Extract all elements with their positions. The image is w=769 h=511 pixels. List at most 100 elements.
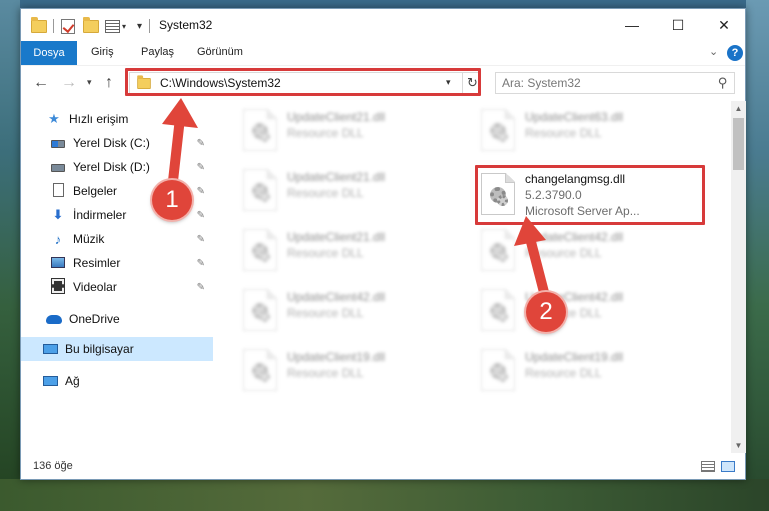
- nav-item-label: Yerel Disk (C:): [73, 136, 150, 150]
- desktop-background-left: [0, 0, 20, 511]
- nav-item-label: Müzik: [73, 232, 105, 246]
- scroll-up-icon[interactable]: ▲: [731, 101, 746, 116]
- nav-item-label: OneDrive: [69, 312, 120, 326]
- properties-check-icon[interactable]: [61, 17, 75, 35]
- dll-file-icon: [481, 229, 515, 271]
- vertical-scrollbar[interactable]: ▲ ▼: [731, 101, 746, 453]
- details-view-icon[interactable]: [701, 461, 715, 472]
- file-item[interactable]: UpdateClient42.dllResource DLL: [243, 283, 473, 337]
- download-icon: ⬇: [52, 207, 64, 222]
- pin-icon[interactable]: ✎: [197, 162, 205, 173]
- tab-view[interactable]: Görünüm: [197, 46, 243, 58]
- music-icon: ♪: [54, 231, 62, 247]
- pin-icon[interactable]: ✎: [197, 186, 205, 197]
- file-item[interactable]: UpdateClient19.dll Resource DLL: [481, 343, 711, 397]
- scroll-thumb[interactable]: [733, 118, 744, 170]
- back-arrow-icon[interactable]: ←: [33, 74, 49, 92]
- nav-item-label: Bu bilgisayar: [65, 342, 134, 356]
- pictures-icon: [49, 256, 67, 271]
- file-name: UpdateClient42.dll: [287, 290, 386, 304]
- help-icon[interactable]: ?: [727, 45, 743, 61]
- file-item[interactable]: UpdateClient21.dll Resource DLL: [243, 103, 473, 157]
- drive-icon: [49, 160, 67, 175]
- nav-item-local-disk-c[interactable]: Yerel Disk (C:) ✎: [21, 131, 213, 155]
- close-button[interactable]: ✕: [701, 9, 747, 41]
- file-name: UpdateClient21.dll: [287, 110, 386, 124]
- dll-file-icon: [243, 289, 277, 331]
- nav-item-onedrive[interactable]: OneDrive: [21, 307, 213, 331]
- tab-file[interactable]: Dosya: [21, 41, 77, 65]
- new-folder-icon[interactable]: [83, 16, 99, 35]
- minimize-button[interactable]: —: [609, 9, 655, 41]
- dll-file-icon: [243, 229, 277, 271]
- network-icon: [41, 374, 59, 389]
- computer-icon: [41, 342, 59, 357]
- dll-file-icon: [243, 349, 277, 391]
- window-title: System32: [159, 18, 213, 32]
- ribbon-tabs: Dosya Giriş Paylaş Görünüm ⌄ ?: [21, 41, 745, 65]
- file-name: UpdateClient63.dll: [525, 110, 624, 124]
- recent-locations-chevron-icon[interactable]: ▾: [87, 77, 92, 88]
- pin-icon[interactable]: ✎: [197, 210, 205, 221]
- status-bar: 136 öğe: [21, 455, 745, 479]
- search-icon[interactable]: ⚲: [718, 75, 728, 91]
- item-count: 136 öğe: [33, 460, 73, 472]
- tab-home[interactable]: Giriş: [91, 46, 114, 58]
- file-item[interactable]: UpdateClient19.dll Resource DLL: [243, 343, 473, 397]
- navigation-pane: ★ Hızlı erişim Yerel Disk (C:) ✎ Yerel D…: [21, 101, 217, 453]
- nav-item-label: Resimler: [73, 256, 121, 270]
- annotation-badge-1: 1: [152, 180, 192, 220]
- search-input[interactable]: Ara: System32 ⚲: [495, 72, 735, 94]
- file-name: UpdateClient19.dll: [525, 350, 624, 364]
- title-separator: [149, 19, 150, 33]
- nav-item-label: Hızlı erişim: [69, 112, 129, 126]
- file-item[interactable]: UpdateClient42.dllResource DLL: [481, 283, 711, 337]
- nav-item-label: Videolar: [73, 280, 117, 294]
- videos-icon: [49, 277, 67, 296]
- nav-item-videos[interactable]: Videolar ✎: [21, 275, 213, 299]
- pin-icon[interactable]: ✎: [197, 138, 205, 149]
- search-placeholder: Ara: System32: [502, 76, 581, 90]
- scroll-down-icon[interactable]: ▼: [731, 438, 746, 453]
- ribbon-expand-icon[interactable]: ⌄: [709, 45, 718, 58]
- pin-icon[interactable]: ✎: [197, 234, 205, 245]
- dll-file-icon: [481, 349, 515, 391]
- maximize-button[interactable]: ☐: [655, 9, 701, 41]
- address-bar-highlight: [125, 68, 481, 96]
- forward-arrow-icon[interactable]: →: [61, 74, 77, 92]
- folder-icon[interactable]: [31, 16, 47, 35]
- annotation-badge-2: 2: [526, 292, 566, 332]
- star-icon: ★: [48, 111, 60, 126]
- nav-item-music[interactable]: ♪ Müzik ✎: [21, 227, 213, 251]
- dll-file-icon: [243, 169, 277, 211]
- nav-item-label: Belgeler: [73, 184, 118, 198]
- pin-icon[interactable]: ✎: [197, 258, 205, 269]
- file-list: UpdateClient21.dll Resource DLL UpdateCli…: [231, 101, 731, 453]
- file-highlight: [475, 165, 705, 225]
- tab-share[interactable]: Paylaş: [141, 46, 174, 58]
- file-item[interactable]: UpdateClient21.dll Resource DLL: [243, 223, 473, 277]
- file-item[interactable]: UpdateClient63.dll Resource DLL: [481, 103, 711, 157]
- file-item[interactable]: UpdateClient42.dllResource DLL: [481, 223, 711, 277]
- nav-item-label: Yerel Disk (D:): [73, 160, 150, 174]
- pin-icon[interactable]: ✎: [197, 282, 205, 293]
- nav-item-network[interactable]: Ağ: [21, 369, 213, 393]
- file-name: UpdateClient42.dll: [525, 230, 624, 244]
- desktop-background-right: [746, 0, 769, 511]
- file-name: UpdateClient19.dll: [287, 350, 386, 364]
- quick-access-dropdown-icon[interactable]: ▾: [135, 17, 142, 35]
- nav-item-label: İndirmeler: [73, 208, 127, 222]
- large-icons-view-icon[interactable]: [721, 461, 735, 472]
- nav-item-quick-access[interactable]: ★ Hızlı erişim: [21, 107, 213, 131]
- desktop-background-bottom: [0, 479, 769, 511]
- title-separator: [53, 19, 54, 33]
- nav-item-pictures[interactable]: Resimler ✎: [21, 251, 213, 275]
- file-item[interactable]: UpdateClient21.dll Resource DLL: [243, 163, 473, 217]
- nav-item-local-disk-d[interactable]: Yerel Disk (D:) ✎: [21, 155, 213, 179]
- up-arrow-icon[interactable]: ↑: [105, 74, 113, 92]
- dll-file-icon: [481, 289, 515, 331]
- nav-item-this-pc[interactable]: Bu bilgisayar: [21, 337, 213, 361]
- customize-toolbar-icon[interactable]: ▾: [105, 17, 126, 35]
- file-description: Resource DLL: [287, 366, 364, 380]
- file-description: Resource DLL: [525, 126, 602, 140]
